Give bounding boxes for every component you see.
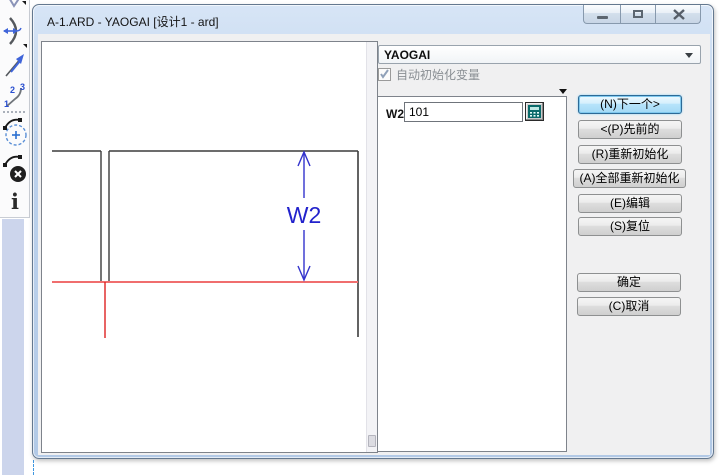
scrollbar-thumb[interactable] (368, 435, 376, 447)
checkmark-icon (378, 68, 391, 81)
app-toolbar: 1 2 3 i (0, 0, 31, 475)
dialog-client-area: W2 YAOGAI 自动初始化变量 W2: (38, 34, 710, 455)
reinitialize-button[interactable]: (R)重新初始化 (578, 145, 682, 164)
rebuild-dialog-window: A-1.ARD - YAOGAI [设计1 - ard] (32, 4, 714, 459)
rotate-delete-glyph (2, 153, 28, 187)
next-button[interactable]: (N)下一个> (578, 95, 682, 114)
polyline-number-1: 1 (4, 99, 9, 109)
design-name-value: YAOGAI (384, 48, 430, 62)
line-arrow-icon[interactable] (2, 50, 28, 80)
ok-button[interactable]: 确定 (577, 273, 681, 292)
dialog-titlebar[interactable]: A-1.ARD - YAOGAI [设计1 - ard] (33, 5, 713, 34)
reinitialize-all-button[interactable]: (A)全部重新初始化 (573, 169, 686, 188)
caption-buttons (584, 5, 701, 24)
toolbar-separator (3, 111, 25, 113)
rotate-delete-point-icon[interactable] (2, 152, 28, 188)
flyout-corner-icon (22, 1, 26, 5)
close-button[interactable] (655, 5, 701, 24)
polyline-glyph: 1 2 3 (2, 82, 28, 110)
rotate-add-point-icon[interactable] (2, 115, 28, 151)
polyline-number-3: 3 (20, 82, 25, 92)
polyline-number-2: 2 (10, 85, 15, 95)
flyout-corner-icon (23, 44, 27, 48)
maximize-icon (633, 10, 643, 18)
guide-dashed-line (33, 460, 34, 475)
cancel-button[interactable]: (C)取消 (577, 297, 681, 316)
drawing-view[interactable]: W2 (41, 41, 378, 453)
variable-value-input[interactable] (404, 102, 523, 122)
rotate-add-glyph (2, 116, 28, 150)
chevron-down-icon (685, 53, 693, 58)
variables-list[interactable]: W2: (377, 96, 567, 452)
dialog-title: A-1.ARD - YAOGAI [设计1 - ard] (47, 13, 219, 30)
minimize-icon (597, 16, 608, 19)
close-icon (656, 5, 702, 24)
dimension-label: W2 (287, 202, 322, 228)
minimize-button[interactable] (583, 5, 621, 24)
calculator-icon (528, 105, 541, 118)
reset-button[interactable]: (S)复位 (578, 217, 682, 236)
design-name-dropdown[interactable]: YAOGAI (378, 45, 701, 64)
drawing-vertical-scrollbar[interactable] (366, 42, 377, 452)
edit-button[interactable]: (E)编辑 (578, 194, 682, 213)
variable-menu-icon[interactable] (559, 89, 567, 94)
auto-init-checkbox[interactable] (378, 68, 391, 81)
info-icon[interactable]: i (2, 188, 28, 214)
auto-init-row: 自动初始化变量 (378, 67, 480, 81)
flyout-partial-icon[interactable] (2, 0, 28, 10)
arc-stretch-icon[interactable] (2, 14, 28, 48)
design-drawing: W2 (42, 42, 366, 452)
polyline-numbers-icon[interactable]: 1 2 3 (2, 82, 28, 110)
auto-init-label: 自动初始化变量 (396, 66, 480, 83)
calculator-button[interactable] (525, 102, 544, 121)
previous-button[interactable]: <(P)先前的 (578, 120, 682, 139)
line-arrow-glyph (3, 51, 27, 79)
toolbar-empty-strip (2, 219, 24, 475)
info-glyph: i (11, 191, 19, 212)
maximize-button[interactable] (620, 5, 656, 24)
arc-stretch-glyph (2, 15, 28, 47)
